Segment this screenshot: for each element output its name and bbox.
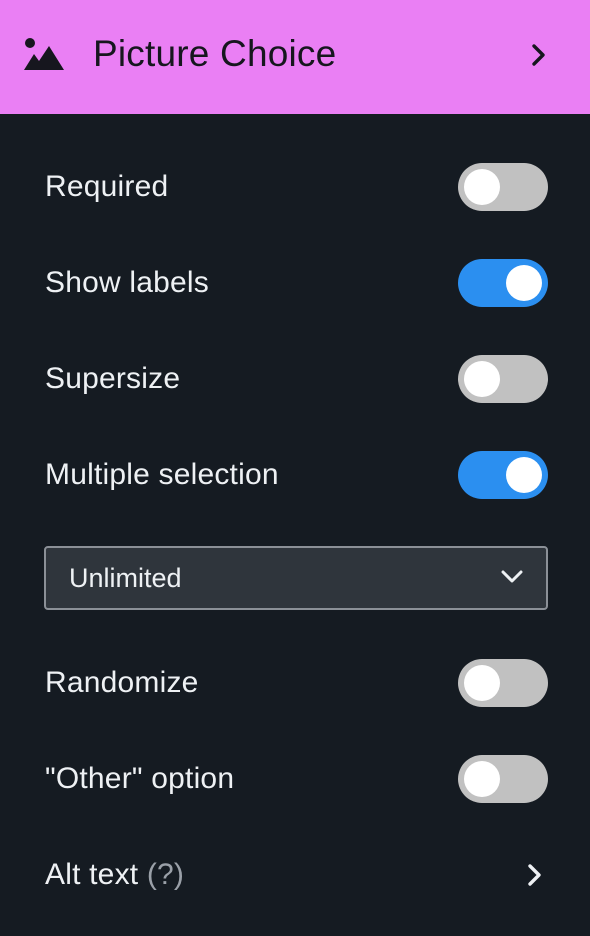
alt-text-label: Alt text [45, 858, 139, 891]
setting-other-option: "Other" option [45, 749, 548, 809]
setting-label: "Other" option [45, 762, 235, 795]
required-toggle[interactable] [458, 163, 548, 211]
show-labels-toggle[interactable] [458, 259, 548, 307]
picture-icon [24, 38, 64, 70]
setting-label: Alt text (?) [45, 858, 184, 892]
selection-limit-dropdown[interactable]: Unlimited [44, 546, 548, 610]
chevron-down-icon [501, 570, 523, 583]
alt-text-help[interactable]: (?) [147, 858, 184, 891]
setting-label: Multiple selection [45, 458, 279, 491]
toggle-knob [464, 169, 500, 205]
toggle-knob [506, 265, 542, 301]
randomize-toggle[interactable] [458, 659, 548, 707]
block-title: Picture Choice [93, 33, 337, 74]
setting-label: Show labels [45, 266, 209, 299]
setting-show-labels: Show labels [45, 253, 548, 313]
toggle-knob [506, 457, 542, 493]
chevron-right-icon[interactable] [524, 861, 546, 889]
other-option-toggle[interactable] [458, 755, 548, 803]
multiple-selection-toggle[interactable] [458, 451, 548, 499]
setting-randomize: Randomize [45, 653, 548, 713]
block-header[interactable]: Picture Choice [0, 0, 590, 114]
setting-label: Randomize [45, 666, 199, 699]
toggle-knob [464, 665, 500, 701]
toggle-knob [464, 761, 500, 797]
supersize-toggle[interactable] [458, 355, 548, 403]
toggle-knob [464, 361, 500, 397]
setting-required: Required [45, 157, 548, 217]
setting-label: Required [45, 170, 169, 203]
selection-limit-value: Unlimited [69, 562, 182, 593]
setting-alt-text[interactable]: Alt text (?) [45, 845, 548, 905]
chevron-right-icon[interactable] [528, 41, 550, 69]
setting-label: Supersize [45, 362, 181, 395]
setting-multiple-selection: Multiple selection [45, 445, 548, 505]
setting-supersize: Supersize [45, 349, 548, 409]
